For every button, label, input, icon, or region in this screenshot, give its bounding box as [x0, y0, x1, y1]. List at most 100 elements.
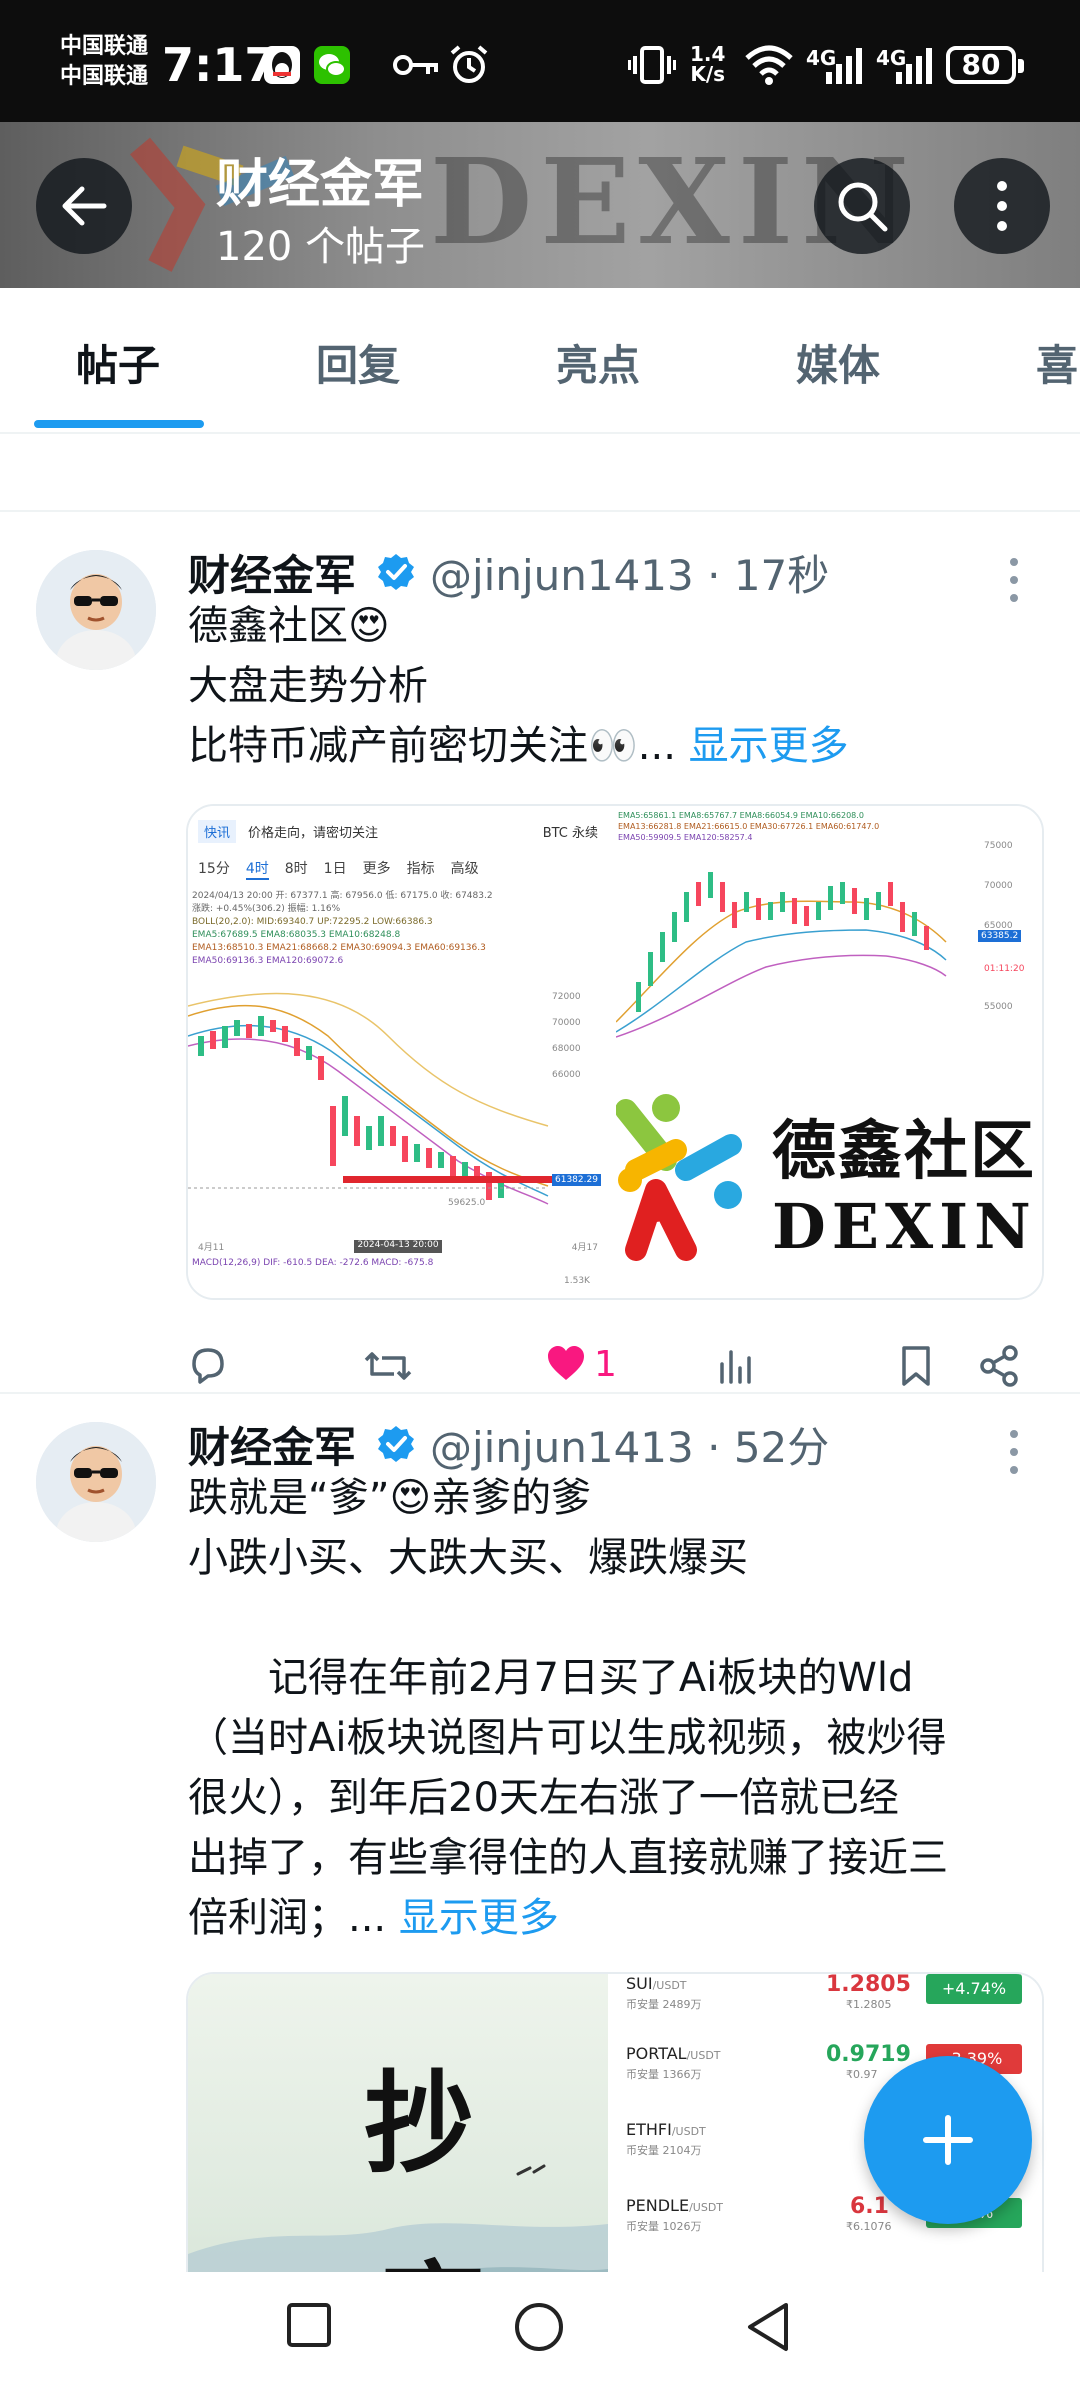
logo-text-cn: 德鑫社区 [772, 1114, 1036, 1189]
views-icon[interactable] [716, 1344, 756, 1388]
ema-line: EMA50:69136.3 EMA120:69072.6 [192, 956, 344, 966]
post-time: · 52分 [707, 1423, 830, 1472]
post-text-content: 比特币减产前密切关注👀... [188, 723, 676, 769]
coin-quote: /USDT [671, 2125, 706, 2138]
coin-volume: 币安量 2104万 [626, 2144, 702, 2157]
author-handle[interactable]: @jinjun1413 · 17秒 [430, 542, 829, 603]
avatar[interactable] [36, 550, 156, 670]
signal-icon-2 [896, 48, 932, 84]
status-bar: 中国联通 中国联通 7:17 1.4 K/s 4G 4G 80 [0, 0, 1080, 122]
dexin-logo-image[interactable]: 德鑫社区 DEXIN [616, 1050, 1042, 1298]
post-text-line: 小跌小买、大跌大买、爆跌爆买 [188, 1535, 748, 1581]
status-time: 7:17 [162, 38, 277, 92]
repost-icon[interactable] [364, 1344, 412, 1388]
post-text-line: （当时Ai板块说图片可以生成视频，被炒得 [188, 1715, 947, 1761]
y-tick: 55000 [984, 1002, 1013, 1012]
post-text-line: 记得在年前2月7日买了Ai板块的Wld [188, 1655, 914, 1701]
search-button[interactable] [814, 158, 910, 254]
post-1[interactable]: 财经金军 @jinjun1413 · 17秒 德鑫社区😍 大盘走势分析 比特币减… [0, 514, 1080, 1394]
dexin-logo-icon [616, 1094, 742, 1261]
like-count: 1 [594, 1343, 617, 1385]
author-handle[interactable]: @jinjun1413 · 52分 [430, 1414, 829, 1475]
back-button[interactable] [36, 158, 132, 254]
right-y-axis: 75000 70000 65000 [984, 826, 1013, 946]
interval-more: 更多 [362, 861, 391, 877]
x-tick: 2024-04-13 20:00 [354, 1240, 442, 1253]
heart-filled-icon [548, 1346, 584, 1380]
carrier-labels: 中国联通 中国联通 [60, 32, 148, 92]
post-text-line: 倍利润；... 显示更多 [188, 1888, 559, 1948]
ema-line: EMA5:67689.5 EMA8:68035.3 EMA10:68248.8 [192, 930, 401, 940]
coin-price: 6.1 [850, 2194, 889, 2219]
tab-media[interactable]: 媒体 [796, 332, 880, 393]
reply-icon[interactable] [186, 1344, 230, 1388]
profile-header: DEXIN 财经金军 120 个帖子 [0, 122, 1080, 288]
show-more-link[interactable]: 显示更多 [399, 1895, 559, 1941]
author-name[interactable]: 财经金军 [188, 1414, 356, 1475]
like-button[interactable]: 1 [544, 1342, 617, 1386]
coin-price-cny: ₹0.97 [846, 2068, 878, 2081]
interval-indicators: 指标 [406, 861, 435, 877]
indicator-text: 2024/04/13 20:00 开: 67377.1 高: 67956.0 低… [192, 890, 606, 968]
post-more-icon[interactable] [1006, 550, 1022, 610]
active-tab-indicator [34, 420, 204, 428]
tab-likes[interactable]: 喜 [1036, 332, 1078, 393]
back-nav-icon[interactable] [744, 2300, 794, 2354]
y-axis-labels: 72000 70000 68000 66000 [552, 984, 581, 1088]
verified-badge-icon [378, 1426, 414, 1462]
more-vertical-icon [997, 181, 1007, 231]
right-price-tag: 63385.2 [978, 930, 1022, 942]
carrier-2: 中国联通 [60, 64, 149, 89]
bookmark-icon[interactable] [898, 1344, 934, 1388]
avatar[interactable] [36, 1422, 156, 1542]
ema-line: EMA5:65861.1 EMA8:65767.7 EMA8:66054.9 E… [618, 811, 864, 820]
share-icon[interactable] [978, 1344, 1022, 1388]
coin-price-cny: ₹6.1076 [846, 2220, 892, 2233]
y-tick: 72000 [552, 992, 581, 1002]
post-actions: 1 [0, 1336, 1080, 1396]
coin-symbol: ETHFI [626, 2120, 672, 2139]
coin-symbol: SUI [626, 1974, 653, 1993]
alarm-icon [450, 45, 488, 83]
battery-icon: 80 [946, 46, 1024, 84]
coin-price: 0.9719 [826, 2042, 911, 2067]
tab-replies[interactable]: 回复 [316, 332, 400, 393]
post-text-line: 大盘走势分析 [188, 663, 428, 709]
chart-screenshot-right[interactable]: EMA5:65861.1 EMA8:65767.7 EMA8:66054.9 E… [616, 806, 1042, 1042]
calligraphy-image[interactable]: 抄 底 [188, 1974, 608, 2272]
coin-volume: 币安量 2489万 [626, 1998, 702, 2011]
home-icon[interactable] [512, 2300, 566, 2354]
candlestick-chart [188, 992, 578, 1205]
logo-text-en: DEXIN [772, 1190, 1037, 1263]
post-text-line: 很火），到年后20天左右涨了一倍就已经 [188, 1775, 899, 1821]
author-name[interactable]: 财经金军 [188, 542, 356, 603]
post-more-icon[interactable] [1006, 1422, 1022, 1482]
news-tag: 快讯 [198, 819, 237, 843]
post-media[interactable]: 快讯 价格走向，请密切关注 BTC 永续 15分 4时 8时 1日 更多 指标 … [186, 804, 1044, 1300]
carrier-1: 中国联通 [60, 34, 149, 59]
chart-screenshot-left[interactable]: 快讯 价格走向，请密切关注 BTC 永续 15分 4时 8时 1日 更多 指标 … [188, 806, 608, 1298]
net-speed-unit: K/s [690, 62, 726, 86]
coin-change-badge: +4.74% [926, 1974, 1022, 2004]
handle-text: @jinjun1413 [430, 551, 694, 600]
interval-bar: 15分 4时 8时 1日 更多 指标 高级 [198, 858, 598, 880]
post-text-line: 比特币减产前密切关注👀... 显示更多 [188, 716, 849, 776]
y-tick: 70000 [552, 1018, 581, 1028]
coin-symbol: PENDLE [626, 2196, 690, 2215]
x-tick: 4月11 [198, 1243, 225, 1253]
low-label: 59625.0 [448, 1198, 486, 1208]
tab-posts[interactable]: 帖子 [76, 332, 160, 393]
interval-4h: 4时 [245, 858, 269, 880]
profile-tabs: 帖子 回复 亮点 媒体 喜 [0, 288, 1080, 434]
recent-apps-icon[interactable] [284, 2300, 334, 2350]
chart-notice: 价格走向，请密切关注 [248, 825, 379, 841]
back-arrow-icon [62, 186, 107, 226]
show-more-link[interactable]: 显示更多 [689, 723, 849, 769]
volume-label: 1.53K [564, 1276, 590, 1286]
price-tag: 61382.29 [552, 1174, 601, 1186]
tab-highlights[interactable]: 亮点 [556, 332, 640, 393]
right-indicator-text: EMA5:65861.1 EMA8:65767.7 EMA8:66054.9 E… [618, 810, 978, 843]
compose-button[interactable] [864, 2056, 1032, 2224]
more-options-button[interactable] [954, 158, 1050, 254]
chart-symbol: BTC 永续 [542, 825, 598, 841]
